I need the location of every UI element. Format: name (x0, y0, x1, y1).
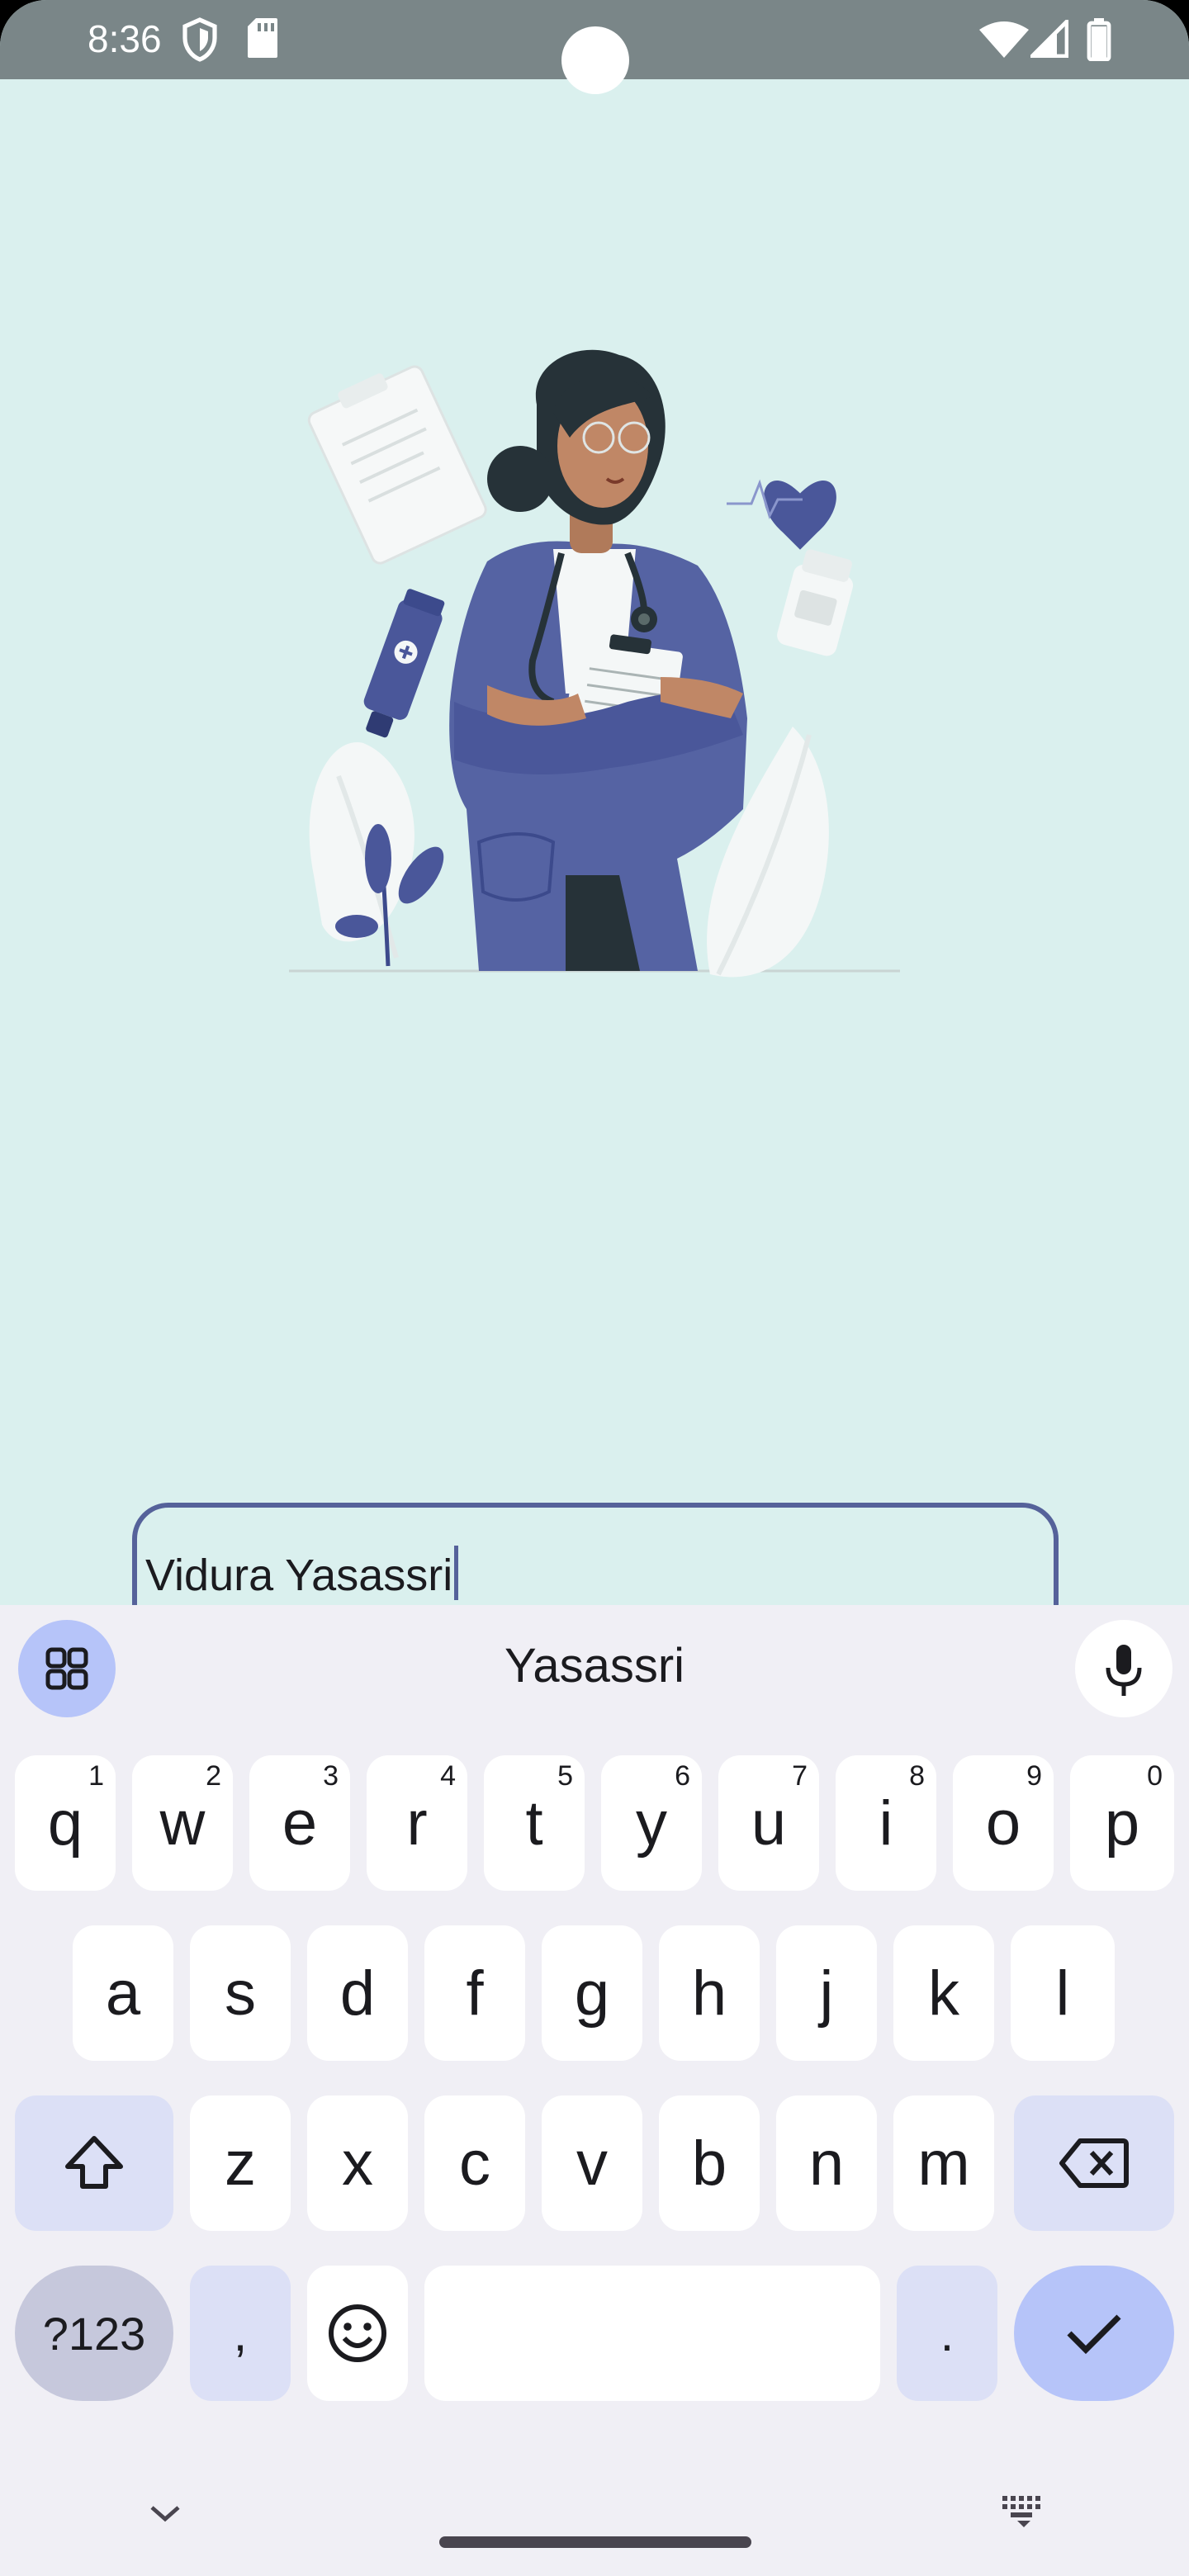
key-k[interactable]: k (893, 1925, 994, 2061)
emoji-icon (329, 2304, 386, 2362)
voice-input-button[interactable] (1075, 1620, 1172, 1717)
key-q[interactable]: q1 (15, 1755, 116, 1891)
key-y[interactable]: y6 (601, 1755, 702, 1891)
key-d[interactable]: d (307, 1925, 408, 2061)
battery-icon (1087, 18, 1111, 65)
comma-key[interactable]: , (190, 2266, 291, 2401)
key-i[interactable]: i8 (836, 1755, 936, 1891)
key-u[interactable]: u7 (718, 1755, 819, 1891)
key-j[interactable]: j (776, 1925, 877, 2061)
key-m[interactable]: m (893, 2095, 994, 2231)
wifi-icon (979, 20, 1029, 64)
suggestion-chip[interactable]: Yasassri (0, 1638, 1189, 1693)
key-w[interactable]: w2 (132, 1755, 233, 1891)
key-l[interactable]: l (1011, 1925, 1115, 2061)
sd-card-icon (246, 17, 279, 64)
hide-keyboard-button[interactable] (147, 2501, 183, 2530)
text-caret (454, 1546, 459, 1600)
key-t[interactable]: t5 (484, 1755, 585, 1891)
status-time: 8:36 (88, 17, 162, 60)
key-v[interactable]: v (542, 2095, 642, 2231)
key-z[interactable]: z (190, 2095, 291, 2231)
shift-icon (65, 2136, 123, 2189)
key-f[interactable]: f (424, 1925, 525, 2061)
checkmark-icon (1067, 2314, 1121, 2355)
chevron-down-icon (150, 2506, 180, 2522)
key-p[interactable]: p0 (1070, 1755, 1174, 1891)
switch-keyboard-button[interactable] (999, 2493, 1049, 2533)
symbols-key[interactable]: ?123 (15, 2266, 173, 2401)
key-r[interactable]: r4 (367, 1755, 467, 1891)
key-n[interactable]: n (776, 2095, 877, 2231)
period-key[interactable]: . (897, 2266, 997, 2401)
space-key[interactable] (424, 2266, 880, 2401)
key-b[interactable]: b (659, 2095, 760, 2231)
app-screen: 8:36 Vidura Yasassri Yasassri q 1 w 2 e … (0, 0, 1189, 2576)
doctor-illustration (281, 347, 917, 991)
key-g[interactable]: g (542, 1925, 642, 2061)
emoji-key[interactable] (307, 2266, 408, 2401)
backspace-key[interactable] (1014, 2095, 1174, 2231)
backspace-icon (1059, 2138, 1129, 2188)
name-input-text: Vidura Yasassri (145, 1551, 453, 1600)
key-a[interactable]: a (73, 1925, 173, 2061)
key-s[interactable]: s (190, 1925, 291, 2061)
keyboard-icon (1002, 2496, 1040, 2527)
home-gesture-bar[interactable] (439, 2536, 751, 2548)
name-input-value[interactable]: Vidura Yasassri (145, 1546, 459, 1601)
shield-icon (180, 17, 220, 67)
microphone-icon (1106, 1645, 1142, 1696)
key-h[interactable]: h (659, 1925, 760, 2061)
key-x[interactable]: x (307, 2095, 408, 2231)
camera-cutout (561, 26, 629, 94)
key-e[interactable]: e3 (249, 1755, 350, 1891)
shift-key[interactable] (15, 2095, 173, 2231)
key-c[interactable]: c (424, 2095, 525, 2231)
on-screen-keyboard: Yasassri q1 w2 e3 r4 t5 y6 u7 i8 o9 p0 a… (0, 1605, 1189, 2576)
signal-icon (1027, 17, 1069, 62)
enter-key[interactable] (1014, 2266, 1174, 2401)
key-o[interactable]: o9 (953, 1755, 1054, 1891)
